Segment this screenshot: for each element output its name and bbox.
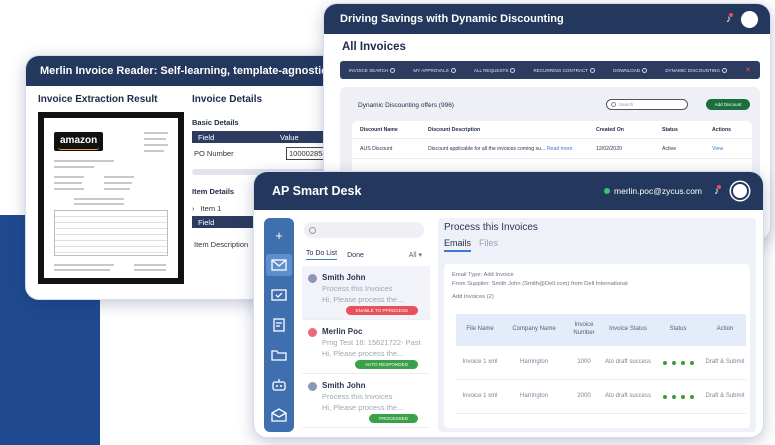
email-file-tabs: Emails Files — [444, 238, 498, 252]
bot-icon[interactable] — [266, 374, 292, 396]
table-row[interactable]: AUS Discount Discount applicable for all… — [352, 139, 752, 159]
tab-download[interactable]: DOWNLOAD — [613, 67, 648, 73]
table-header: Discount Name Discount Description Creat… — [352, 121, 752, 139]
main-title: Process this Invoices — [444, 222, 538, 233]
message-list: To Do List Done All ▾ Smith John Process… — [302, 218, 430, 432]
extraction-result-heading: Invoice Extraction Result — [38, 94, 158, 105]
ap-title: AP Smart Desk — [272, 184, 362, 198]
notification-bell-icon[interactable]: ♪ — [726, 12, 733, 25]
table-header: File Name Company Name Invoice Number In… — [456, 314, 746, 346]
table-row[interactable]: Invoice 1 xml Harrington 1000 Ato draft … — [456, 346, 746, 380]
left-rail: + — [264, 218, 294, 432]
chevron-circle-icon — [450, 67, 456, 73]
progress-dots — [652, 394, 704, 399]
read-more-link[interactable]: Read more — [547, 146, 573, 152]
close-icon[interactable]: ✕ — [745, 66, 751, 74]
tab-done[interactable]: Done — [347, 252, 364, 259]
table-row[interactable]: Invoice 1 xml Harrington 2000 Ato draft … — [456, 380, 746, 414]
email-card: Email Type: Add Invoice From Supplier: S… — [444, 264, 750, 428]
process-invoices-panel: Process this Invoices Emails Files Email… — [438, 218, 756, 432]
chevron-right-icon[interactable]: › — [192, 204, 195, 213]
search-icon — [309, 226, 316, 234]
folder-icon[interactable] — [266, 344, 292, 366]
avatar — [308, 382, 317, 391]
dd-bar-title: Driving Savings with Dynamic Discounting — [340, 13, 564, 25]
chevron-circle-icon — [390, 67, 396, 73]
avatar — [308, 274, 317, 283]
po-number-label: PO Number — [194, 148, 234, 158]
page-title: All Invoices — [342, 41, 406, 53]
from-supplier: From Supplier: Smith John (Smith@Dell.co… — [452, 281, 628, 287]
draft-submit-link[interactable]: Draft & Submit — [704, 359, 746, 367]
invoice-details-heading: Invoice Details — [192, 94, 263, 105]
list-item[interactable]: Smith John Process this Invoices Hi, Ple… — [302, 266, 430, 320]
document-edit-icon[interactable] — [266, 314, 292, 336]
avatar[interactable] — [731, 182, 749, 200]
tab-files[interactable]: Files — [479, 238, 498, 252]
mail-icon[interactable] — [266, 254, 292, 276]
ap-title-bar: AP Smart Desk merlin.poc@zycus.com ♪ — [254, 172, 763, 210]
mail-open-icon[interactable] — [266, 404, 292, 426]
list-tabs: To Do List Done All ▾ — [302, 250, 430, 260]
merlin-title-bar: Merlin Invoice Reader: Self-learning, te… — [26, 56, 354, 86]
avatar — [308, 328, 317, 337]
avatar[interactable] — [741, 10, 758, 28]
email-type: Email Type: Add Invoice — [452, 272, 514, 278]
invoice-document-preview[interactable]: amazon — [38, 112, 184, 284]
search-input[interactable] — [304, 222, 424, 238]
tab-recurring-contract[interactable]: RECURRING CONTRACT — [533, 67, 596, 73]
search-input[interactable]: Search — [606, 99, 688, 110]
filter-all-dropdown[interactable]: All ▾ — [409, 251, 422, 259]
progress-dots — [652, 360, 704, 365]
user-email[interactable]: merlin.poc@zycus.com — [604, 186, 702, 196]
tab-all-requests[interactable]: ALL REQUESTS — [474, 67, 516, 73]
add-invoices-label: Add Invoices (2) — [452, 294, 494, 300]
chevron-circle-icon — [721, 67, 727, 73]
chevron-circle-icon — [510, 67, 516, 73]
tab-my-approvals[interactable]: MY APPROVALS — [413, 67, 456, 73]
invoice-table: File Name Company Name Invoice Number In… — [456, 314, 746, 414]
dd-tab-bar: INVOICE SEARCH MY APPROVALS ALL REQUESTS… — [340, 61, 760, 79]
view-link[interactable]: View — [704, 146, 744, 152]
list-item[interactable]: Smith John Process this Invoices Hi, Ple… — [302, 374, 430, 428]
notification-bell-icon[interactable]: ♪ — [714, 184, 721, 197]
tab-dynamic-discounting[interactable]: DYNAMIC DISCOUNTING — [665, 67, 727, 73]
status-badge: PROCESSED — [369, 414, 418, 423]
online-status-icon — [604, 188, 611, 194]
search-icon — [611, 102, 616, 107]
tab-todo[interactable]: To Do List — [306, 250, 338, 260]
list-item[interactable]: Merlin Poc Pmg Test 16: 15621722- Past H… — [302, 320, 430, 374]
tab-invoice-search[interactable]: INVOICE SEARCH — [349, 67, 396, 73]
item-1-label: Item 1 — [200, 203, 222, 213]
chevron-circle-icon — [642, 67, 648, 73]
status-badge: AUTO RESPONDED — [354, 360, 418, 369]
amazon-logo: amazon — [54, 132, 104, 151]
offers-count-label: Dynamic Discounting offers (996) — [358, 102, 454, 109]
add-discount-button[interactable]: Add Discount — [706, 99, 750, 110]
mail-check-icon[interactable] — [266, 284, 292, 306]
draft-submit-link[interactable]: Draft & Submit — [704, 393, 746, 401]
chevron-circle-icon — [590, 67, 596, 73]
ap-smart-desk-window: AP Smart Desk merlin.poc@zycus.com ♪ + T… — [253, 171, 764, 438]
dd-title-bar: Driving Savings with Dynamic Discounting… — [324, 4, 770, 34]
add-icon[interactable]: + — [266, 224, 292, 246]
merlin-title: Merlin Invoice Reader: Self-learning, te… — [40, 65, 347, 77]
tab-emails[interactable]: Emails — [444, 238, 472, 252]
status-badge: ENABLE TO PPROCESS — [345, 306, 418, 315]
